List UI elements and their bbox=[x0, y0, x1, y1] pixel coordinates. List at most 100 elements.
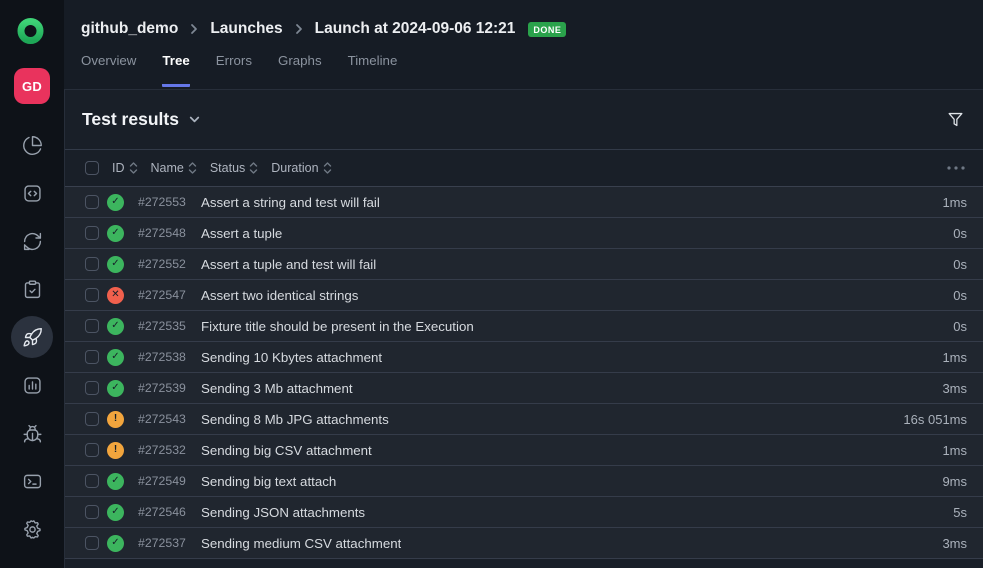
table-row[interactable]: ! #272543 Sending 8 Mb JPG attachments 16s … bbox=[65, 404, 983, 435]
avatar[interactable]: GD bbox=[14, 68, 50, 104]
status-passed-icon: ✓ bbox=[107, 193, 124, 211]
table-row[interactable]: ✓ #272535 Fixture title should be present … bbox=[65, 311, 983, 342]
test-id: #272549 bbox=[138, 474, 186, 488]
table-row[interactable]: ✓ #272549 Sending big text attach 9ms bbox=[65, 466, 983, 497]
table-row[interactable]: ✓ #272539 Sending 3 Mb attachment 3ms bbox=[65, 373, 983, 404]
status-passed-icon: ✓ bbox=[107, 534, 124, 552]
page-title[interactable]: Test results bbox=[82, 109, 179, 130]
table-row[interactable]: ! #272532 Sending big CSV attachment 1ms bbox=[65, 435, 983, 466]
table-row[interactable]: ✓ #272548 Assert a tuple 0s bbox=[65, 218, 983, 249]
row-checkbox[interactable] bbox=[85, 288, 99, 302]
test-name[interactable]: Sending 10 Kbytes attachment bbox=[201, 350, 382, 365]
test-duration: 5s bbox=[953, 504, 967, 520]
status-passed-icon: ✓ bbox=[107, 224, 124, 242]
sidebar-item-analytics[interactable] bbox=[11, 364, 53, 406]
row-checkbox[interactable] bbox=[85, 257, 99, 271]
tabs: Overview Tree Errors Graphs Timeline bbox=[81, 51, 959, 87]
sidebar-item-settings[interactable] bbox=[11, 508, 53, 550]
column-label: Status bbox=[209, 161, 246, 175]
table-row[interactable]: ✓ #272537 Sending medium CSV attachment 3ms bbox=[65, 528, 983, 559]
sort-icon[interactable] bbox=[323, 161, 332, 175]
test-duration: 3ms bbox=[942, 535, 967, 551]
test-name[interactable]: Sending 3 Mb attachment bbox=[201, 381, 353, 396]
content: Test results ID Name Status Duration ✓ #… bbox=[64, 90, 983, 568]
sidebar-item-console[interactable] bbox=[11, 460, 53, 502]
allure-logo-icon[interactable] bbox=[13, 12, 51, 50]
test-name[interactable]: Fixture title should be present in the E… bbox=[201, 319, 474, 334]
test-name[interactable]: Assert two identical strings bbox=[201, 288, 358, 303]
test-id: #272553 bbox=[138, 195, 186, 209]
row-checkbox[interactable] bbox=[85, 226, 99, 240]
status-broken-icon: ! bbox=[107, 410, 124, 428]
test-name[interactable]: Sending big CSV attachment bbox=[201, 443, 372, 458]
test-duration: 1ms bbox=[942, 442, 967, 458]
clipboard-check-icon bbox=[24, 279, 40, 298]
table-row[interactable]: ✓ #272552 Assert a tuple and test will fai… bbox=[65, 249, 983, 280]
row-checkbox[interactable] bbox=[85, 443, 99, 457]
row-checkbox[interactable] bbox=[85, 412, 99, 426]
chevron-down-icon[interactable] bbox=[188, 113, 201, 126]
tab-overview[interactable]: Overview bbox=[81, 51, 136, 87]
sort-icon[interactable] bbox=[188, 161, 197, 175]
test-id: #272539 bbox=[138, 381, 186, 395]
test-name[interactable]: Sending big text attach bbox=[201, 474, 336, 489]
column-header-status[interactable]: Status bbox=[210, 161, 258, 175]
chevron-right-icon bbox=[292, 22, 306, 36]
table-header: ID Name Status Duration bbox=[65, 150, 983, 187]
row-checkbox[interactable] bbox=[85, 536, 99, 550]
table-row[interactable]: ✓ #272538 Sending 10 Kbytes attachment 1ms bbox=[65, 342, 983, 373]
row-checkbox[interactable] bbox=[85, 350, 99, 364]
test-id: #272537 bbox=[138, 536, 186, 550]
sort-icon[interactable] bbox=[129, 161, 138, 175]
code-square-icon bbox=[23, 184, 41, 202]
top-header: github_demo Launches Launch at 2024-09-0… bbox=[64, 0, 983, 90]
test-name[interactable]: Assert a tuple bbox=[201, 226, 282, 241]
test-name[interactable]: Sending 8 Mb JPG attachments bbox=[201, 412, 389, 427]
test-name[interactable]: Assert a tuple and test will fail bbox=[201, 257, 376, 272]
sidebar-item-test-plans[interactable] bbox=[11, 268, 53, 310]
test-duration: 1ms bbox=[942, 349, 967, 365]
sidebar-item-code[interactable] bbox=[11, 172, 53, 214]
row-checkbox[interactable] bbox=[85, 195, 99, 209]
row-checkbox[interactable] bbox=[85, 505, 99, 519]
tab-tree[interactable]: Tree bbox=[162, 51, 190, 87]
breadcrumb-launch[interactable]: Launch at 2024-09-06 12:21 bbox=[315, 20, 516, 38]
column-header-id[interactable]: ID bbox=[112, 161, 138, 175]
breadcrumb-project[interactable]: github_demo bbox=[81, 20, 178, 38]
main-panel: github_demo Launches Launch at 2024-09-0… bbox=[64, 0, 983, 568]
row-checkbox[interactable] bbox=[85, 381, 99, 395]
status-broken-icon: ! bbox=[107, 441, 124, 459]
test-id: #272552 bbox=[138, 257, 186, 271]
test-name[interactable]: Assert a string and test will fail bbox=[201, 195, 380, 210]
breadcrumb-launches[interactable]: Launches bbox=[210, 20, 282, 38]
pie-chart-icon bbox=[22, 135, 42, 155]
status-passed-icon: ✓ bbox=[107, 348, 124, 366]
sort-icon[interactable] bbox=[249, 161, 258, 175]
status-passed-icon: ✓ bbox=[107, 379, 124, 397]
column-label: Duration bbox=[271, 161, 319, 175]
table-row[interactable]: ✓ #272553 Assert a string and test will fa… bbox=[65, 187, 983, 218]
sidebar-item-dashboards[interactable] bbox=[11, 124, 53, 166]
tab-graphs[interactable]: Graphs bbox=[278, 51, 322, 87]
column-header-duration[interactable]: Duration bbox=[271, 161, 331, 175]
sidebar-item-defects[interactable] bbox=[11, 412, 53, 454]
sidebar-item-jobs[interactable] bbox=[11, 220, 53, 262]
tab-errors[interactable]: Errors bbox=[216, 51, 252, 87]
test-duration: 0s bbox=[953, 225, 967, 241]
filter-icon[interactable] bbox=[946, 110, 965, 129]
row-checkbox[interactable] bbox=[85, 319, 99, 333]
test-duration: 3ms bbox=[942, 380, 967, 396]
sidebar: GD bbox=[0, 0, 64, 568]
row-checkbox[interactable] bbox=[85, 474, 99, 488]
test-duration: 1ms bbox=[942, 194, 967, 210]
table-row[interactable]: ✓ #272546 Sending JSON attachments 5s bbox=[65, 497, 983, 528]
test-name[interactable]: Sending JSON attachments bbox=[201, 505, 365, 520]
sidebar-item-launches[interactable] bbox=[11, 316, 53, 358]
test-name[interactable]: Sending medium CSV attachment bbox=[201, 536, 401, 551]
more-options-icon[interactable] bbox=[947, 166, 983, 170]
column-header-name[interactable]: Name bbox=[151, 161, 197, 175]
select-all-checkbox[interactable] bbox=[85, 161, 99, 175]
tab-timeline[interactable]: Timeline bbox=[348, 51, 398, 87]
rocket-icon bbox=[22, 327, 42, 347]
table-row[interactable]: ✕ #272547 Assert two identical strings 0s bbox=[65, 280, 983, 311]
